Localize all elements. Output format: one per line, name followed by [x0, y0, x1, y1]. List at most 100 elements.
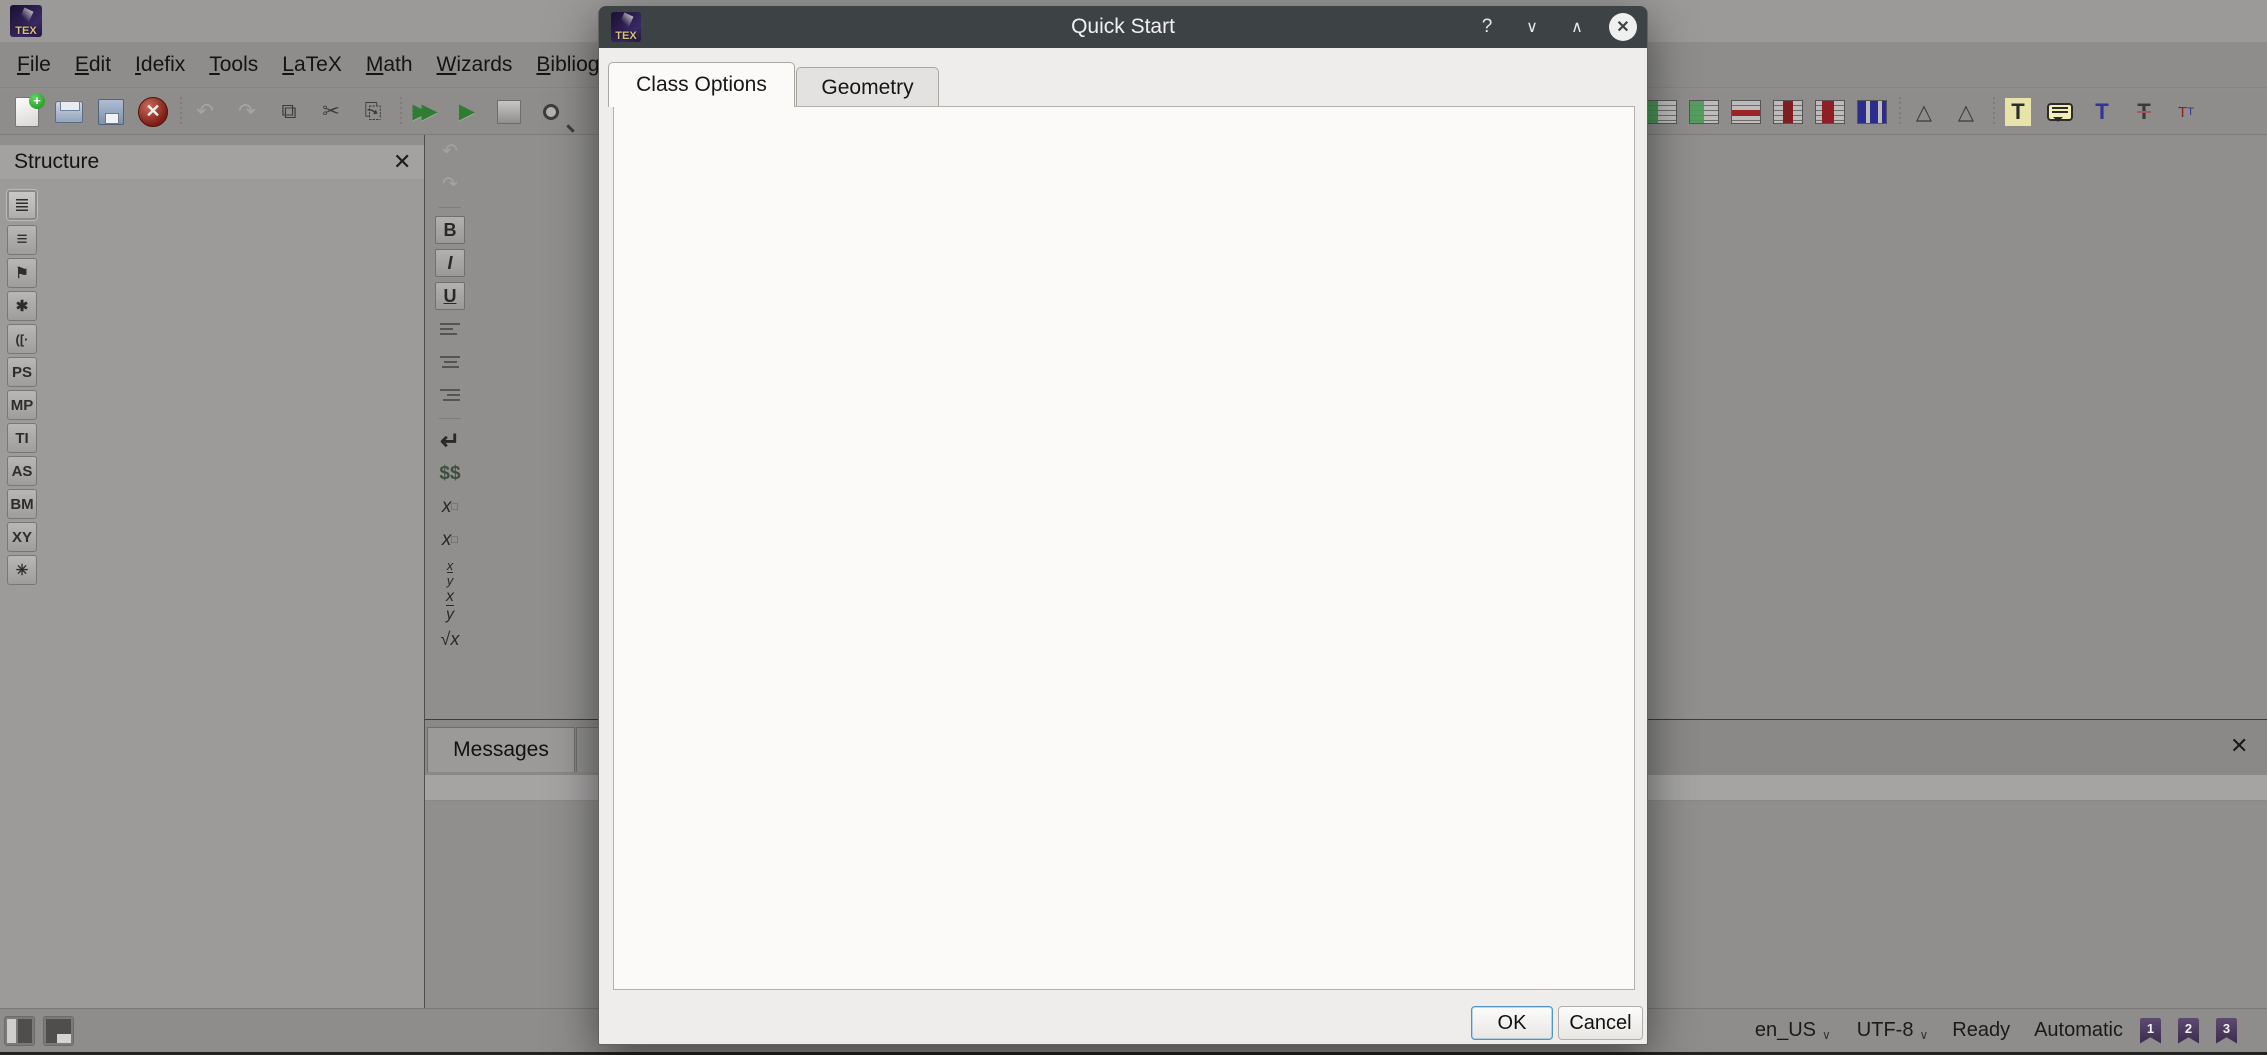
dialog-close-button[interactable]: ✕ [1609, 13, 1637, 41]
encoding-selector[interactable]: UTF-8 [1857, 1019, 1914, 1042]
small-fraction-button[interactable]: xy [435, 559, 465, 587]
sidebar-tab-symbols[interactable]: ✱ [7, 291, 37, 321]
sidebar-tab-xypic[interactable]: XY [7, 522, 37, 552]
structure-panel-header: Structure ✕ [0, 145, 424, 179]
align-center-button[interactable] [435, 348, 465, 376]
table-merge-cells-button[interactable] [1855, 95, 1889, 129]
tab-geometry[interactable]: Geometry [796, 67, 939, 107]
superscript-button[interactable]: x□ [435, 526, 465, 554]
menu-idefix[interactable]: Idefix [126, 47, 194, 83]
table-delete-button[interactable] [1813, 95, 1847, 129]
sidebar-tab-misc-symbols[interactable]: ✳ [7, 555, 37, 585]
view-search-button[interactable] [534, 95, 568, 129]
menu-tools[interactable]: Tools [200, 47, 267, 83]
table-delete-row-button[interactable] [1729, 95, 1763, 129]
align-right-button[interactable] [435, 381, 465, 409]
new-document-button[interactable]: + [10, 95, 44, 129]
superscript-mark: □ [451, 534, 458, 546]
comment-button[interactable] [2043, 95, 2077, 129]
menu-latex[interactable]: LaTeX [273, 47, 351, 83]
table-add-column-button[interactable] [1771, 95, 1805, 129]
sqrt-button[interactable]: √x [435, 625, 465, 653]
sidebar-tab-tikz[interactable]: TI [7, 423, 37, 453]
bookmark-1-button[interactable]: 1 [2140, 1018, 2161, 1044]
snowflake-icon: ✳ [16, 561, 29, 579]
bold-button[interactable]: B [435, 216, 465, 244]
layout-toggle-structure-button[interactable] [4, 1016, 35, 1046]
cancel-button[interactable]: Cancel [1558, 1006, 1643, 1040]
structure-close-icon[interactable]: ✕ [393, 149, 411, 175]
close-icon: ✕ [138, 97, 168, 127]
sidebar-tab-pstricks[interactable]: PS [7, 357, 37, 387]
tab-label: Geometry [821, 76, 913, 100]
table-add-row-button[interactable] [1645, 95, 1679, 129]
highlight-text-button[interactable]: T [2001, 95, 2035, 129]
sidebar-tab-asymptote[interactable]: AS [7, 456, 37, 486]
texmaker-app-icon: TEX [10, 5, 42, 37]
sidebar-tab-metapost[interactable]: MP [7, 390, 37, 420]
bookmark-icon: ⚑ [15, 264, 28, 282]
tab-class-options[interactable]: Class Options [608, 62, 795, 107]
text-color-icon: T [2095, 99, 2108, 125]
bookmark-3-button[interactable]: 3 [2216, 1018, 2237, 1044]
table-insert-button[interactable] [1687, 95, 1721, 129]
redo-button-small[interactable]: ↷ [435, 170, 465, 198]
paste-button[interactable]: ⎘ [356, 95, 390, 129]
sidebar-tab-structure[interactable]: ≣ [7, 190, 37, 220]
table-math-toolbar: △ △ T T T TT [1645, 89, 2267, 135]
menu-wizards[interactable]: Wizards [428, 47, 522, 83]
align-left-button[interactable] [435, 315, 465, 343]
italic-button[interactable]: I [435, 249, 465, 277]
inline-math-button[interactable]: $$ [435, 460, 465, 488]
ok-button[interactable]: OK [1471, 1006, 1553, 1040]
strikeout-button[interactable]: T [2127, 95, 2161, 129]
menu-file[interactable]: File [8, 47, 60, 83]
superscript-text-button[interactable]: TT [2169, 95, 2203, 129]
text-color-button[interactable]: T [2085, 95, 2119, 129]
compile-button[interactable]: ▶ [450, 95, 484, 129]
structure-panel-body [0, 179, 424, 1008]
sidebar-tab-lines[interactable]: ≡ [7, 225, 37, 255]
messages-tab-label: Messages [453, 738, 549, 762]
sidebar-tab-brackets[interactable]: ([· [7, 324, 37, 354]
newline-button[interactable]: ↵ [435, 427, 465, 455]
bookmark-2-button[interactable]: 2 [2178, 1018, 2199, 1044]
copy-button[interactable]: ⧉ [272, 95, 306, 129]
triangle-back-button[interactable]: △ [1907, 95, 1941, 129]
chevron-down-icon: ∨ [1822, 1028, 1831, 1042]
pstricks-label: PS [12, 364, 32, 381]
stop-button[interactable] [492, 95, 526, 129]
dialog-titlebar[interactable]: TEX Quick Start ? ∨ ∧ ✕ [599, 6, 1647, 48]
menu-math[interactable]: Math [357, 47, 422, 83]
open-document-button[interactable] [52, 95, 86, 129]
sidebar-tab-bookmarks[interactable]: ⚑ [7, 258, 37, 288]
shade-button[interactable]: ∨ [1514, 6, 1550, 48]
redo-button[interactable]: ↷ [230, 95, 264, 129]
cut-button[interactable]: ✂ [314, 95, 348, 129]
triangle-forward-button[interactable]: △ [1949, 95, 1983, 129]
class-options-panel [613, 106, 1635, 990]
tab-label: Class Options [636, 73, 767, 97]
xypic-label: XY [12, 529, 32, 546]
help-button[interactable]: ? [1469, 6, 1505, 48]
layout-toggle-messages-button[interactable] [43, 1016, 74, 1046]
unshade-button[interactable]: ∧ [1559, 6, 1595, 48]
messages-close-icon[interactable]: ✕ [2230, 733, 2248, 759]
undo-button-small[interactable]: ↶ [435, 137, 465, 165]
save-icon [98, 99, 124, 125]
sidebar-tab-beamer[interactable]: BM [7, 489, 37, 519]
underline-button[interactable]: U [435, 282, 465, 310]
save-button[interactable] [94, 95, 128, 129]
undo-button[interactable]: ↶ [188, 95, 222, 129]
menu-edit[interactable]: Edit [66, 47, 120, 83]
close-document-button[interactable]: ✕ [136, 95, 170, 129]
magnifier-icon [543, 104, 559, 120]
display-fraction-button[interactable]: xy [435, 592, 465, 620]
quick-build-button[interactable]: ▶▶ [408, 95, 442, 129]
asymptote-label: AS [12, 463, 33, 480]
quick-start-dialog: TEX Quick Start ? ∨ ∧ ✕ Class Options Ge… [598, 6, 1648, 1045]
subscript-base: x [442, 496, 452, 518]
tab-messages[interactable]: Messages [427, 727, 575, 772]
subscript-button[interactable]: x□ [435, 493, 465, 521]
language-selector[interactable]: en_US [1755, 1019, 1816, 1042]
